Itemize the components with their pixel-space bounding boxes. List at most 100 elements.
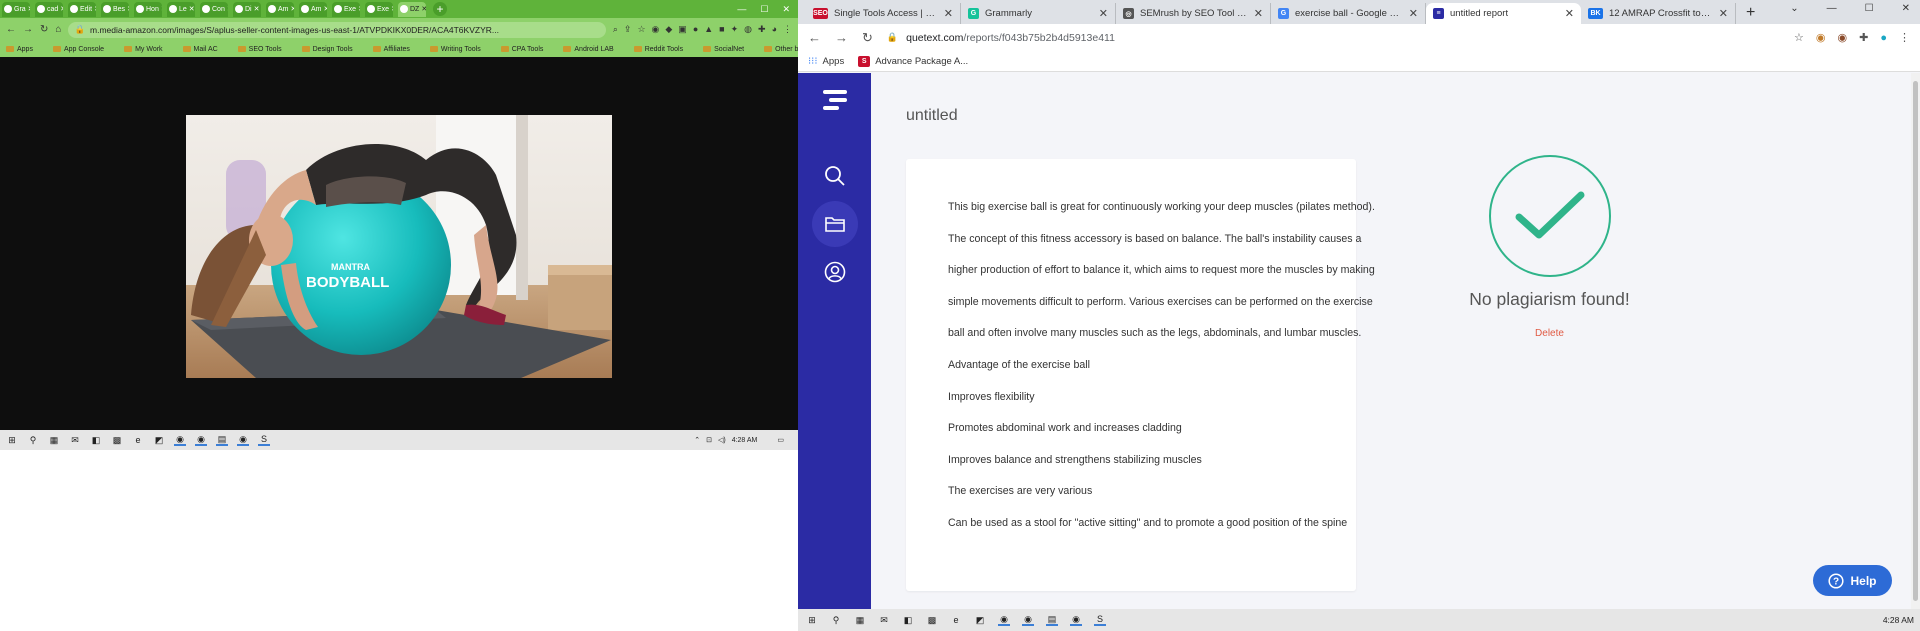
right-tab[interactable]: ◎ SEMrush by SEO Tool BD ✕: [1116, 3, 1271, 24]
star-icon[interactable]: ☆: [1794, 31, 1804, 44]
reload-icon[interactable]: ↻: [862, 30, 873, 46]
app-icon[interactable]: ▩: [111, 434, 123, 446]
left-tab[interactable]: Di ✕: [233, 1, 261, 17]
extension-icon[interactable]: ■: [719, 24, 724, 35]
office-icon[interactable]: ◧: [902, 614, 914, 626]
mail-icon[interactable]: ✉: [69, 434, 81, 446]
left-tab[interactable]: Am ✕: [299, 1, 328, 17]
search-icon[interactable]: ⚲: [27, 434, 39, 446]
close-tab-icon[interactable]: ✕: [254, 5, 260, 13]
extension-icon[interactable]: ◉: [1816, 31, 1826, 44]
left-bookmark[interactable]: Reddit Tools: [633, 46, 683, 53]
back-icon[interactable]: ←: [808, 30, 821, 45]
chrome-icon[interactable]: ◉: [237, 434, 249, 446]
back-icon[interactable]: ←: [6, 24, 16, 35]
edge-icon[interactable]: e: [950, 614, 962, 626]
close-tab-icon[interactable]: ✕: [1254, 7, 1263, 20]
app-icon[interactable]: ▤: [1046, 614, 1058, 626]
left-tab[interactable]: cad✕: [35, 1, 63, 17]
extension-icon[interactable]: ◉: [652, 24, 660, 35]
new-tab-button[interactable]: +: [433, 2, 447, 16]
star-icon[interactable]: ☆: [637, 24, 645, 35]
left-tab[interactable]: DZ ✕: [398, 1, 426, 17]
close-tab-icon[interactable]: ✕: [324, 5, 328, 13]
extension-icon[interactable]: ●: [693, 24, 698, 35]
left-tab[interactable]: Con✕: [200, 1, 228, 17]
minimize-icon[interactable]: —: [1827, 3, 1837, 14]
left-tab[interactable]: Exe✕: [332, 1, 360, 17]
search-icon[interactable]: [812, 153, 858, 199]
delete-button[interactable]: Delete: [1427, 328, 1672, 339]
puzzle-icon[interactable]: ✚: [1859, 31, 1868, 44]
left-tab[interactable]: Bes✕: [101, 1, 129, 17]
close-tab-icon[interactable]: ✕: [60, 5, 63, 13]
office-icon[interactable]: ◧: [90, 434, 102, 446]
menu-icon[interactable]: ⋮: [1899, 31, 1910, 44]
left-bookmark[interactable]: Apps: [6, 46, 33, 53]
folder-icon[interactable]: [812, 201, 858, 247]
app-icon[interactable]: ▩: [926, 614, 938, 626]
network-icon[interactable]: ⊡: [706, 436, 712, 444]
extension-icon[interactable]: ◍: [744, 24, 752, 35]
quetext-logo[interactable]: [812, 77, 858, 123]
windows-start-icon[interactable]: ⊞: [806, 614, 818, 626]
skype-icon[interactable]: S: [258, 434, 270, 446]
windows-start-icon[interactable]: ⊞: [6, 434, 18, 446]
forward-icon[interactable]: →: [23, 24, 33, 35]
close-tab-icon[interactable]: ✕: [1099, 7, 1108, 20]
store-icon[interactable]: ▦: [48, 434, 60, 446]
minimize-icon[interactable]: —: [737, 4, 746, 15]
maximize-icon[interactable]: ☐: [1865, 3, 1874, 14]
left-bookmark[interactable]: Writing Tools: [429, 46, 481, 53]
extension-icon[interactable]: ✦: [731, 24, 739, 35]
bookmark-advance-package[interactable]: S Advance Package A...: [858, 55, 968, 67]
user-icon[interactable]: [812, 249, 858, 295]
extension-icon[interactable]: ▣: [678, 24, 687, 35]
left-tab[interactable]: Exe✕: [365, 1, 393, 17]
puzzle-icon[interactable]: ✚: [758, 24, 766, 35]
avatar[interactable]: ●: [1880, 32, 1887, 44]
right-address-bar[interactable]: 🔒 quetext.com/reports/f043b75b2b4d5913e4…: [887, 32, 1780, 44]
left-bookmark[interactable]: My Work: [124, 46, 163, 53]
close-tab-icon[interactable]: ✕: [391, 5, 393, 13]
left-bookmark[interactable]: Mail AC: [182, 46, 218, 53]
left-tab[interactable]: Edit✕: [68, 1, 96, 17]
zoom-icon[interactable]: ⌕: [613, 24, 618, 35]
close-tab-icon[interactable]: ✕: [1409, 7, 1418, 20]
left-bookmark[interactable]: CPA Tools: [500, 46, 543, 53]
search-icon[interactable]: ⚲: [830, 614, 842, 626]
extension-icon[interactable]: ◆: [665, 24, 672, 35]
chevron-up-icon[interactable]: ⌃: [694, 436, 700, 444]
close-tab-icon[interactable]: ✕: [94, 5, 96, 13]
mail-icon[interactable]: ✉: [878, 614, 890, 626]
edge-icon[interactable]: e: [132, 434, 144, 446]
scrollbar[interactable]: [1911, 73, 1920, 609]
chrome-icon[interactable]: ◉: [174, 434, 186, 446]
app-icon[interactable]: ▤: [216, 434, 228, 446]
left-address-bar[interactable]: 🔒 m.media-amazon.com/images/S/aplus-sell…: [68, 21, 606, 38]
left-tab[interactable]: Le ✕: [167, 1, 195, 17]
skype-icon[interactable]: S: [1094, 614, 1106, 626]
app-icon[interactable]: ◩: [153, 434, 165, 446]
reload-icon[interactable]: ↻: [40, 24, 48, 35]
notification-icon[interactable]: ▭: [777, 436, 784, 444]
close-tab-icon[interactable]: ✕: [127, 5, 129, 13]
chrome-icon[interactable]: ◉: [1022, 614, 1034, 626]
close-tab-icon[interactable]: ✕: [291, 5, 295, 13]
maximize-icon[interactable]: ☐: [760, 4, 768, 15]
new-tab-button[interactable]: +: [1746, 4, 1755, 22]
clock-text[interactable]: 4:28 AM: [732, 437, 758, 444]
close-tab-icon[interactable]: ✕: [227, 5, 228, 13]
close-tab-icon[interactable]: ✕: [161, 5, 162, 13]
left-tab[interactable]: Am ✕: [266, 1, 295, 17]
chrome-icon[interactable]: ◉: [998, 614, 1010, 626]
right-tab[interactable]: BK 12 AMRAP Crossfit to Surpas... ✕: [1581, 3, 1736, 24]
close-tab-icon[interactable]: ✕: [421, 5, 426, 13]
close-icon[interactable]: ✕: [1902, 3, 1910, 14]
left-bookmark[interactable]: Affiliates: [372, 46, 410, 53]
right-tab[interactable]: ≡ untitled report ✕: [1426, 3, 1581, 24]
left-bookmark[interactable]: SocialNet: [703, 46, 744, 53]
chrome-icon[interactable]: ◉: [195, 434, 207, 446]
bookmark-apps[interactable]: ⁝⁝⁝ Apps: [808, 56, 844, 67]
close-tab-icon[interactable]: ✕: [358, 5, 360, 13]
